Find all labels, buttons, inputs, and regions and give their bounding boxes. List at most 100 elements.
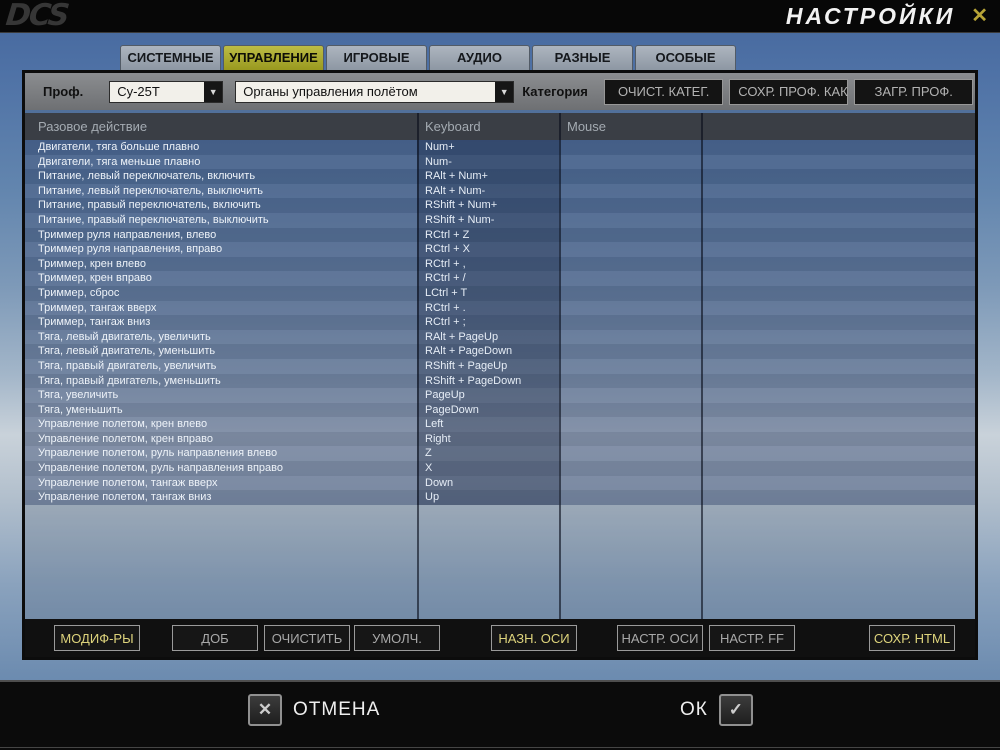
row-action: Управление полетом, тангаж вниз bbox=[38, 491, 212, 504]
clear-category-button[interactable]: ОЧИСТ. КАТЕГ. bbox=[604, 78, 724, 105]
row-keyboard: RShift + PageDown bbox=[417, 373, 559, 389]
table-row[interactable]: Питание, левый переключатель, выключить … bbox=[25, 183, 975, 199]
table-row[interactable]: Управление полетом, тангаж вверх Down bbox=[25, 475, 975, 491]
row-keyboard: PageUp bbox=[417, 388, 559, 403]
default-button[interactable]: УМОЛЧ. bbox=[354, 625, 440, 651]
row-action: Управление полетом, руль направления впр… bbox=[38, 462, 283, 475]
row-extra bbox=[701, 330, 975, 345]
profile-dropdown[interactable]: Су-25Т ▼ bbox=[109, 80, 224, 103]
table-row[interactable]: Питание, левый переключатель, включить R… bbox=[25, 169, 975, 184]
category-dropdown[interactable]: Органы управления полётом ▼ bbox=[235, 80, 515, 103]
row-keyboard: RAlt + Num- bbox=[417, 183, 559, 199]
row-mouse bbox=[559, 184, 701, 199]
row-action: Управление полетом, тангаж вверх bbox=[38, 476, 218, 489]
assign-axis-button[interactable]: НАЗН. ОСИ bbox=[491, 625, 577, 651]
row-keyboard: Num- bbox=[417, 154, 559, 170]
row-extra bbox=[701, 417, 975, 432]
table-row[interactable]: Триммер, тангаж вверх RCtrl + . bbox=[25, 300, 975, 316]
row-mouse bbox=[559, 169, 701, 184]
modifiers-button[interactable]: МОДИФ-РЫ bbox=[54, 625, 140, 651]
row-extra bbox=[701, 155, 975, 170]
table-row[interactable]: Питание, правый переключатель, включить … bbox=[25, 198, 975, 213]
tune-ff-button[interactable]: НАСТР. FF bbox=[709, 625, 795, 651]
row-mouse bbox=[559, 286, 701, 301]
row-extra bbox=[701, 213, 975, 228]
table-row[interactable]: Тяга, левый двигатель, увеличить RAlt + … bbox=[25, 329, 975, 345]
row-keyboard: LCtrl + T bbox=[417, 285, 559, 301]
table-row[interactable]: Управление полетом, тангаж вниз Up bbox=[25, 490, 975, 505]
table-row[interactable]: Управление полетом, крен вправо Right bbox=[25, 431, 975, 447]
table-row[interactable]: Тяга, уменьшить PageDown bbox=[25, 402, 975, 418]
row-extra bbox=[701, 461, 975, 476]
tab-system[interactable]: СИСТЕМНЫЕ bbox=[120, 45, 221, 70]
row-mouse bbox=[559, 417, 701, 432]
row-mouse bbox=[559, 432, 701, 447]
tune-axis-button[interactable]: НАСТР. ОСИ bbox=[617, 625, 703, 651]
tab-special[interactable]: ОСОБЫЕ bbox=[635, 45, 736, 70]
cancel-button[interactable]: ✕ bbox=[248, 694, 282, 726]
row-action: Тяга, увеличить bbox=[38, 389, 119, 402]
cancel-label: ОТМЕНА bbox=[293, 699, 381, 720]
table-row[interactable]: Триммер руля направления, влево RCtrl + … bbox=[25, 227, 975, 243]
tab-bar: СИСТЕМНЫЕ УПРАВЛЕНИЕ ИГРОВЫЕ АУДИО РАЗНЫ… bbox=[120, 45, 738, 70]
row-keyboard: RShift + Num- bbox=[417, 212, 559, 228]
row-mouse bbox=[559, 301, 701, 316]
table-row[interactable]: Тяга, правый двигатель, уменьшить RShift… bbox=[25, 373, 975, 389]
table-row[interactable]: Триммер руля направления, вправо RCtrl +… bbox=[25, 242, 975, 257]
table-row[interactable]: Триммер, крен вправо RCtrl + / bbox=[25, 271, 975, 286]
load-profile-button[interactable]: ЗАГР. ПРОФ. bbox=[854, 78, 974, 105]
title-group: НАСТРОЙКИ ✕ bbox=[786, 3, 988, 30]
row-action: Тяга, левый двигатель, уменьшить bbox=[38, 345, 216, 358]
tab-misc[interactable]: РАЗНЫЕ bbox=[532, 45, 633, 70]
table-row[interactable]: Двигатели, тяга больше плавно Num+ bbox=[25, 140, 975, 155]
dropdown-arrow-icon[interactable]: ▼ bbox=[495, 81, 514, 102]
row-keyboard: RAlt + PageUp bbox=[417, 329, 559, 345]
row-extra bbox=[701, 344, 975, 359]
row-action: Триммер, крен вправо bbox=[38, 272, 152, 285]
row-extra bbox=[701, 374, 975, 389]
row-action: Триммер руля направления, вправо bbox=[38, 243, 223, 256]
table-row[interactable]: Триммер, сброс LCtrl + T bbox=[25, 285, 975, 301]
row-action: Питание, правый переключатель, выключить bbox=[38, 213, 269, 226]
row-keyboard: RShift + Num+ bbox=[417, 198, 559, 213]
dropdown-arrow-icon[interactable]: ▼ bbox=[204, 81, 223, 102]
row-extra bbox=[701, 490, 975, 505]
table-row[interactable]: Триммер, крен влево RCtrl + , bbox=[25, 256, 975, 272]
row-action: Управление полетом, руль направления вле… bbox=[38, 447, 278, 460]
category-label: Категория bbox=[522, 84, 588, 99]
row-mouse bbox=[559, 490, 701, 505]
table-row[interactable]: Управление полетом, крен влево Left bbox=[25, 417, 975, 432]
bindings-table-body: Двигатели, тяга больше плавно Num+ Двига… bbox=[25, 140, 975, 505]
row-extra bbox=[701, 169, 975, 184]
tab-audio[interactable]: АУДИО bbox=[429, 45, 530, 70]
table-row[interactable]: Тяга, увеличить PageUp bbox=[25, 388, 975, 403]
ok-button[interactable]: ✓ bbox=[718, 694, 753, 726]
table-row[interactable]: Питание, правый переключатель, выключить… bbox=[25, 212, 975, 228]
table-row[interactable]: Управление полетом, руль направления вле… bbox=[25, 446, 975, 462]
add-button[interactable]: ДОБ bbox=[172, 625, 258, 651]
table-row[interactable]: Тяга, правый двигатель, увеличить RShift… bbox=[25, 358, 975, 374]
column-divider bbox=[701, 113, 703, 619]
save-html-button[interactable]: СОХР. HTML bbox=[869, 625, 955, 651]
clear-button[interactable]: ОЧИСТИТЬ bbox=[264, 625, 350, 651]
tab-gameplay[interactable]: ИГРОВЫЕ bbox=[326, 45, 427, 70]
table-row[interactable]: Двигатели, тяга меньше плавно Num- bbox=[25, 154, 975, 170]
row-extra bbox=[701, 432, 975, 447]
row-keyboard: RCtrl + / bbox=[417, 271, 559, 286]
save-profile-as-button[interactable]: СОХР. ПРОФ. КАК bbox=[729, 78, 849, 105]
table-row[interactable]: Управление полетом, руль направления впр… bbox=[25, 461, 975, 476]
row-extra bbox=[701, 301, 975, 316]
row-extra bbox=[701, 198, 975, 213]
header-mouse: Mouse bbox=[567, 119, 607, 134]
close-icon[interactable]: ✕ bbox=[971, 6, 988, 26]
profile-dropdown-value: Су-25Т bbox=[117, 84, 160, 99]
footer-bar: ✕ ОТМЕНА ОК ✓ bbox=[0, 680, 1000, 750]
row-extra bbox=[701, 257, 975, 272]
row-action: Двигатели, тяга меньше плавно bbox=[38, 155, 201, 168]
row-keyboard: RShift + PageUp bbox=[417, 358, 559, 374]
row-mouse bbox=[559, 359, 701, 374]
table-row[interactable]: Тяга, левый двигатель, уменьшить RAlt + … bbox=[25, 344, 975, 359]
row-mouse bbox=[559, 476, 701, 491]
table-row[interactable]: Триммер, тангаж вниз RCtrl + ; bbox=[25, 315, 975, 330]
tab-controls[interactable]: УПРАВЛЕНИЕ bbox=[223, 45, 324, 70]
